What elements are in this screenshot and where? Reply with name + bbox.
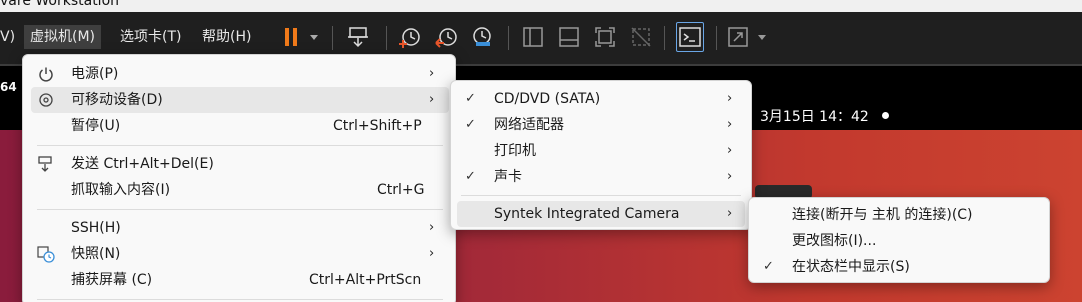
vm-tab-label: 64 [0,80,17,94]
console-view-button[interactable] [676,22,704,52]
show-library-button[interactable] [520,22,546,52]
menu-item-printer[interactable]: 打印机 › [457,138,745,164]
full-screen-button[interactable] [592,22,618,52]
snapshot-icon [37,245,55,263]
fullscreen-icon [595,27,615,47]
status-dot-icon [882,112,889,119]
menu-item-cd-dvd[interactable]: ✓ CD/DVD (SATA) › [457,86,745,112]
menu-view[interactable]: V) [0,25,15,49]
sidebar-layout-icon [523,27,543,47]
send-keys-icon [37,155,55,173]
menu-item-removable-devices[interactable]: 可移动设备(D) › [31,87,449,113]
menu-divider [461,195,741,196]
stretch-guest-button[interactable] [726,22,772,52]
chevron-right-icon: › [727,143,733,158]
stretch-icon [728,27,766,47]
chevron-right-icon: › [429,246,435,261]
menu-help[interactable]: 帮助(H) [202,25,251,49]
chevron-right-icon: › [429,92,435,107]
menu-item-send-ctrl-alt-del[interactable]: 发送 Ctrl+Alt+Del(E) [31,151,449,177]
chevron-right-icon: › [727,206,733,221]
menu-item-power[interactable]: 电源(P) › [31,61,449,87]
removable-devices-menu: ✓ CD/DVD (SATA) › ✓ 网络适配器 › 打印机 › ✓ 声卡 ›… [450,80,752,230]
chevron-right-icon: › [727,117,733,132]
toolbar-divider [386,26,387,50]
menu-item-camera[interactable]: Syntek Integrated Camera › [457,201,745,227]
menu-item-snapshot[interactable]: 快照(N) › [31,241,449,267]
menu-divider [37,299,443,300]
chevron-right-icon: › [727,91,733,106]
snapshot-manager-icon [473,27,491,46]
title-bar: vare Workstation [0,0,1082,12]
revert-snapshot-icon [435,28,457,48]
menu-divider [37,209,443,210]
chevron-right-icon: › [727,169,733,184]
toolbar-divider [508,26,509,50]
menu-item-connect-camera[interactable]: 连接(断开与 主机 的连接)(C) [755,202,1043,228]
revert-snapshot-button[interactable] [432,22,460,52]
checkmark-icon: ✓ [465,169,476,184]
toolbar-divider [664,26,665,50]
unity-mode-button[interactable] [628,22,654,52]
checkmark-icon: ✓ [763,259,774,274]
menu-vm[interactable]: 虚拟机(M) [24,25,102,49]
window-title: vare Workstation [0,0,120,9]
pause-button[interactable] [280,22,320,52]
send-ctrl-alt-del-button[interactable] [344,22,374,52]
menu-item-change-icon[interactable]: 更改图标(I)... [755,228,1043,254]
checkmark-icon: ✓ [465,117,476,132]
menu-item-show-in-status-bar[interactable]: ✓ 在状态栏中显示(S) [755,254,1043,280]
unity-disabled-icon [631,27,651,47]
menu-item-capture-screen[interactable]: 捕获屏幕 (C) Ctrl+Alt+PrtScn [31,267,449,293]
menu-item-sound-card[interactable]: ✓ 声卡 › [457,164,745,190]
menu-tabs[interactable]: 选项卡(T) [120,25,181,49]
menu-divider [37,145,443,146]
send-keys-icon [348,27,368,48]
toolbar-divider [716,26,717,50]
menu-item-ssh[interactable]: SSH(H) › [31,215,449,241]
pause-icon [285,28,318,46]
power-icon [37,65,55,83]
menu-item-pause[interactable]: 暂停(U) Ctrl+Shift+P [31,113,449,139]
checkmark-icon: ✓ [465,91,476,106]
toolbar-divider [332,26,333,50]
disc-icon [37,91,55,109]
camera-menu: 连接(断开与 主机 的连接)(C) 更改图标(I)... ✓ 在状态栏中显示(S… [748,197,1050,283]
terminal-icon [679,27,701,47]
snapshot-manager-button[interactable] [468,22,496,52]
chevron-right-icon: › [429,66,435,81]
snapshot-button[interactable] [396,22,424,52]
snapshot-clock-icon [399,28,420,48]
chevron-right-icon: › [429,220,435,235]
thumbnail-layout-icon [559,27,579,47]
menu-item-network-adapter[interactable]: ✓ 网络适配器 › [457,112,745,138]
show-thumbnail-bar-button[interactable] [556,22,582,52]
menu-item-grab-input[interactable]: 抓取输入内容(I) Ctrl+G [31,177,449,203]
guest-clock: 3月15日 14：42 [760,109,869,125]
vm-menu: 电源(P) › 可移动设备(D) › 暂停(U) Ctrl+Shift+P 发送… [22,54,456,302]
